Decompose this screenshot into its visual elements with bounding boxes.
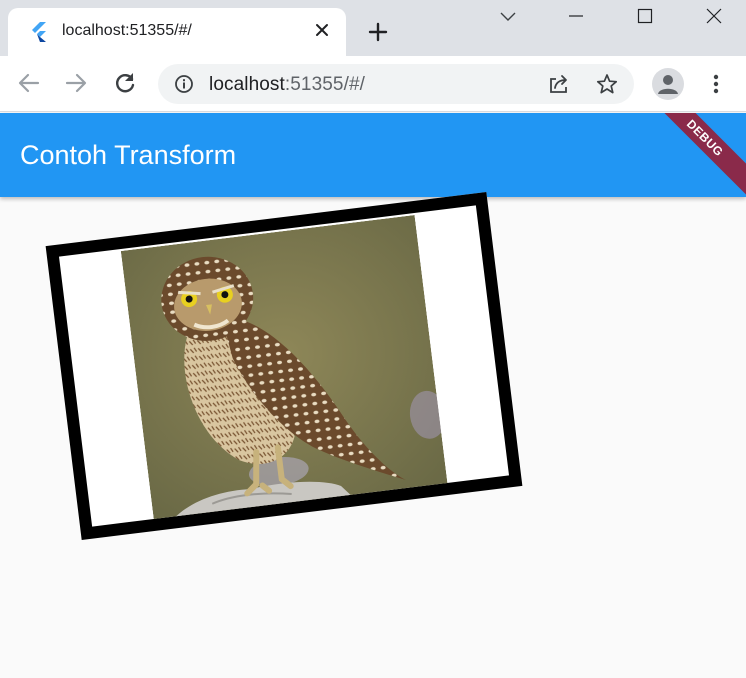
url-text[interactable]: localhost:51355/#/ bbox=[209, 74, 365, 96]
flutter-icon bbox=[32, 22, 46, 42]
minimize-icon[interactable] bbox=[566, 6, 586, 26]
tab-search-icon[interactable] bbox=[498, 6, 518, 26]
back-icon[interactable] bbox=[16, 70, 42, 96]
app-title: Contoh Transform bbox=[20, 140, 237, 170]
owl-illustration bbox=[120, 214, 448, 522]
app-bar: Contoh Transform DEBUG bbox=[0, 113, 746, 197]
browser-toolbar: localhost:51355/#/ bbox=[0, 56, 746, 112]
new-tab-icon[interactable] bbox=[366, 20, 390, 44]
more-menu-icon[interactable] bbox=[704, 72, 728, 96]
transformed-image-frame bbox=[45, 192, 523, 540]
reload-icon[interactable] bbox=[112, 70, 138, 96]
close-tab-icon[interactable] bbox=[312, 20, 332, 40]
close-window-icon[interactable] bbox=[704, 6, 724, 26]
address-bar[interactable]: localhost:51355/#/ bbox=[158, 64, 634, 104]
bookmark-star-icon[interactable] bbox=[596, 73, 618, 95]
tab-strip: localhost:51355/#/ bbox=[0, 0, 746, 56]
owl-image bbox=[120, 214, 448, 522]
profile-avatar[interactable] bbox=[652, 68, 684, 100]
tab-title: localhost:51355/#/ bbox=[62, 22, 192, 39]
person-icon bbox=[658, 75, 678, 94]
forward-icon[interactable] bbox=[63, 70, 89, 96]
share-icon[interactable] bbox=[548, 73, 570, 95]
browser-tab[interactable]: localhost:51355/#/ bbox=[8, 8, 346, 56]
debug-banner: DEBUG bbox=[644, 113, 746, 197]
url-host: localhost bbox=[209, 74, 285, 95]
site-info-icon[interactable] bbox=[174, 74, 194, 94]
url-path: :51355/#/ bbox=[284, 74, 366, 95]
maximize-icon[interactable] bbox=[635, 6, 655, 26]
